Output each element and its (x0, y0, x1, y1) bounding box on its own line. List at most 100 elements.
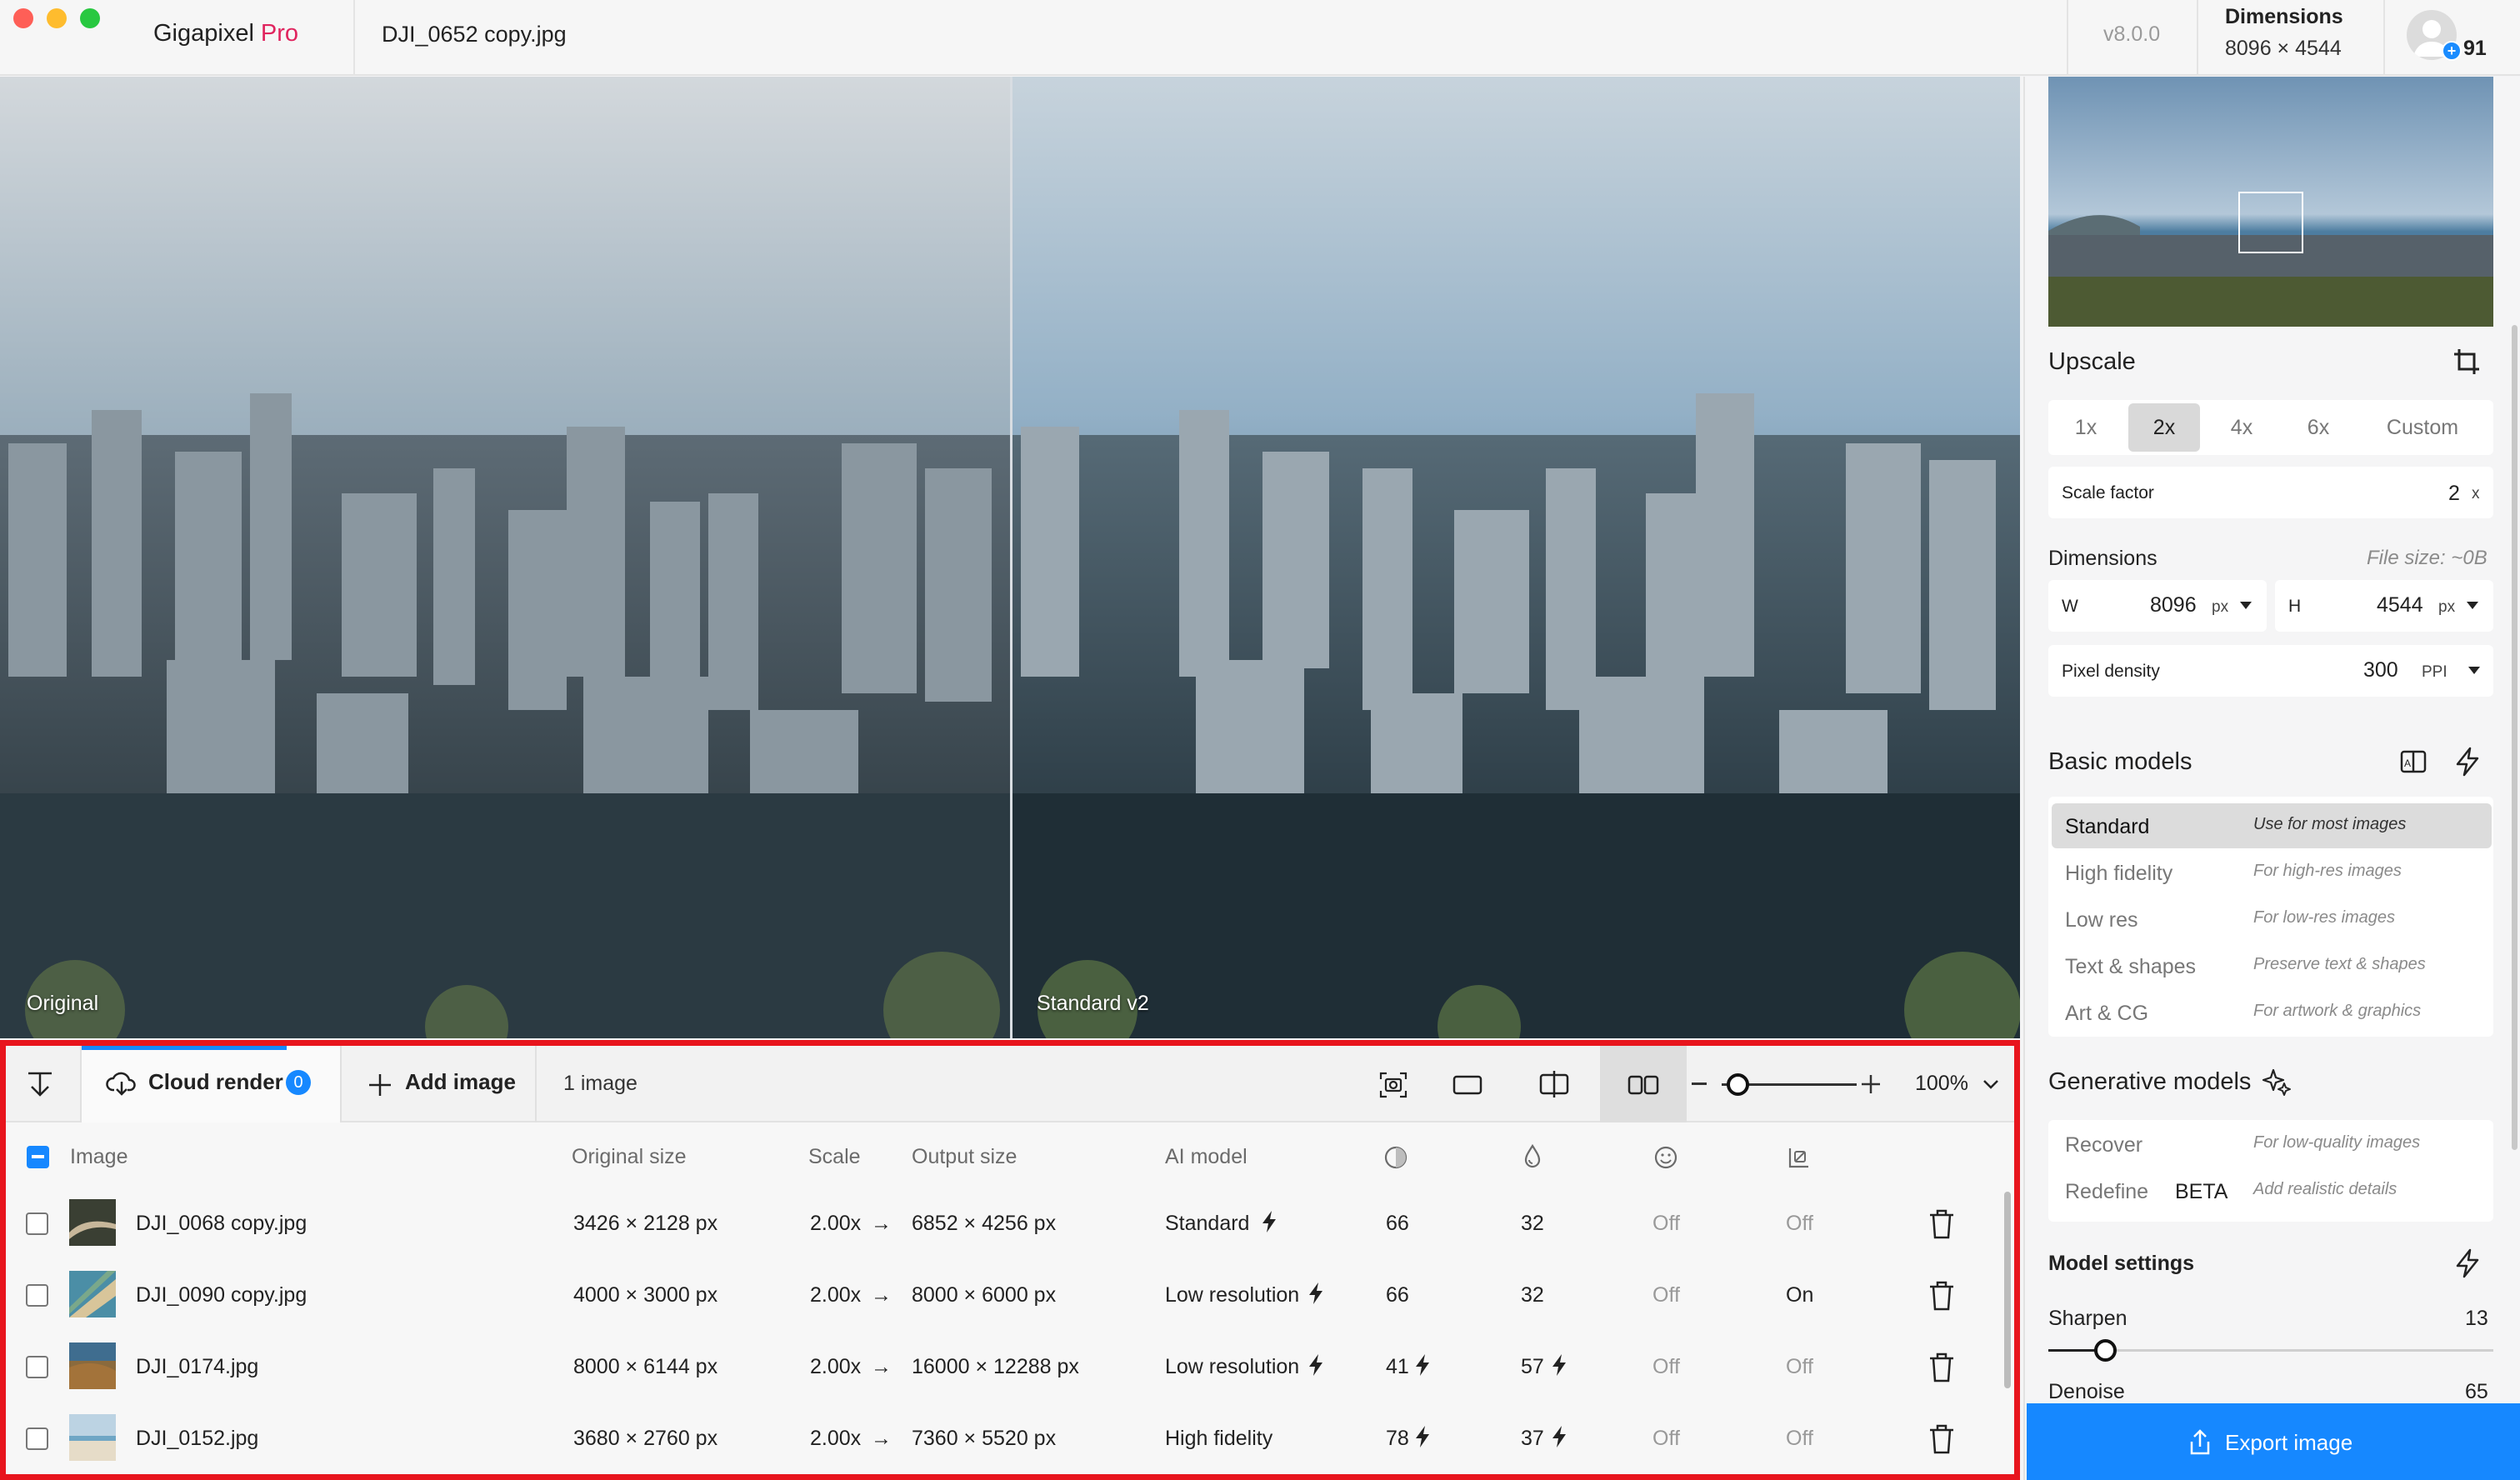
column-header-original-size[interactable]: Original size (572, 1145, 687, 1169)
zoom-dropdown-icon[interactable] (1982, 1077, 2000, 1092)
column-header-output-size[interactable]: Output size (912, 1145, 1017, 1169)
minimize-window-button[interactable] (47, 8, 67, 28)
app-version: v8.0.0 (2103, 22, 2161, 46)
width-label: W (2062, 597, 2078, 616)
denoise-column-icon[interactable] (1522, 1143, 1543, 1170)
compare-models-icon[interactable]: A (2398, 747, 2428, 777)
single-view-icon[interactable] (1452, 1072, 1483, 1098)
model-name: Redefine (2065, 1180, 2149, 1203)
model-art-cg[interactable]: Art & CG For artwork & graphics (2052, 990, 2492, 1035)
split-view-icon[interactable] (1538, 1068, 1570, 1100)
denoise-value[interactable]: 57 (1521, 1355, 1544, 1379)
row-checkbox[interactable] (26, 1428, 48, 1450)
model-name: Recover (2065, 1133, 2143, 1157)
queue-scrollbar[interactable] (2004, 1192, 2011, 1388)
pixel-density-dropdown-icon[interactable] (2468, 667, 2480, 674)
face-recovery-value[interactable]: Off (1652, 1355, 1680, 1379)
face-recovery-value[interactable]: Off (1652, 1212, 1680, 1236)
column-header-ai-model[interactable]: AI model (1165, 1145, 1248, 1169)
trash-icon[interactable] (1928, 1280, 1956, 1312)
height-value[interactable]: 4544 (2377, 593, 2423, 618)
column-header-scale[interactable]: Scale (808, 1145, 861, 1169)
denoise-value[interactable]: 37 (1521, 1427, 1544, 1451)
sharpen-value[interactable]: 41 (1386, 1355, 1409, 1379)
original-label: Original (27, 992, 99, 1015)
sharpen-value[interactable]: 66 (1386, 1283, 1409, 1308)
zoom-in-icon[interactable] (1860, 1073, 1882, 1095)
model-high-fidelity[interactable]: High fidelity For high-res images (2052, 850, 2492, 895)
ai-model[interactable]: Standard (1165, 1212, 1249, 1236)
original-size: 3680 × 2760 px (573, 1427, 718, 1450)
denoise-value[interactable]: 32 (1521, 1212, 1544, 1236)
dimensions-section-label: Dimensions (2048, 547, 2158, 570)
enhancement-value[interactable]: Off (1786, 1212, 1813, 1236)
enhancement-value[interactable]: On (1786, 1283, 1813, 1308)
scale-6x-button[interactable]: 6x (2288, 403, 2348, 452)
face-recovery-value[interactable]: Off (1652, 1283, 1680, 1308)
lightning-icon[interactable] (2453, 747, 2482, 777)
model-standard[interactable]: Standard Use for most images (2052, 803, 2492, 848)
ai-model[interactable]: Low resolution (1165, 1355, 1299, 1379)
row-checkbox[interactable] (26, 1212, 48, 1235)
trash-icon[interactable] (1928, 1208, 1956, 1240)
sharpen-value[interactable]: 78 (1386, 1427, 1409, 1451)
scale-2x-button[interactable]: 2x (2128, 403, 2200, 452)
model-redefine[interactable]: Redefine BETA Add realistic details (2052, 1168, 2492, 1213)
zoom-level[interactable]: 100% (1915, 1072, 1968, 1096)
sharpen-slider-knob[interactable] (2094, 1339, 2117, 1362)
scale-factor-label: Scale factor (2062, 483, 2154, 502)
trash-icon[interactable] (1928, 1352, 1956, 1383)
screenshot-icon[interactable] (1378, 1070, 1408, 1100)
model-name: Text & shapes (2065, 955, 2197, 978)
row-checkbox[interactable] (26, 1356, 48, 1378)
model-low-res[interactable]: Low res For low-res images (2052, 897, 2492, 942)
lightning-icon[interactable] (2453, 1248, 2482, 1278)
enhancement-value[interactable]: Off (1786, 1355, 1813, 1379)
height-label: H (2288, 597, 2302, 616)
face-recovery-column-icon[interactable] (1653, 1145, 1678, 1170)
close-window-button[interactable] (13, 8, 33, 28)
lightning-icon (1551, 1425, 1568, 1448)
image-name: DJI_0090 copy.jpg (136, 1283, 308, 1307)
column-header-image[interactable]: Image (70, 1145, 128, 1169)
table-row[interactable]: DJI_0068 copy.jpg 3426 × 2128 px 2.00x →… (6, 1188, 2004, 1260)
sharpen-value[interactable]: 66 (1386, 1212, 1409, 1236)
credits-count[interactable]: 91 (2463, 37, 2487, 61)
table-row[interactable]: DJI_0174.jpg 8000 × 6144 px 2.00x → 1600… (6, 1332, 2004, 1403)
sharpen-column-icon[interactable] (1383, 1145, 1408, 1170)
zoom-slider-knob[interactable] (1727, 1073, 1749, 1096)
select-all-checkbox[interactable] (27, 1146, 49, 1168)
maximize-window-button[interactable] (80, 8, 100, 28)
comparison-split-handle[interactable] (1010, 77, 1012, 1038)
width-value[interactable]: 8096 (2150, 593, 2197, 618)
ai-model[interactable]: High fidelity (1165, 1427, 1272, 1451)
model-name: Art & CG (2065, 1002, 2149, 1025)
enhancement-value[interactable]: Off (1786, 1427, 1813, 1451)
sparkle-icon (2262, 1067, 2292, 1097)
scale-custom-button[interactable]: Custom (2363, 403, 2482, 452)
face-recovery-value[interactable]: Off (1652, 1427, 1680, 1451)
scale-1x-button[interactable]: 1x (2057, 403, 2115, 452)
scale-factor-value[interactable]: 2 (2448, 482, 2460, 506)
ai-model[interactable]: Low resolution (1165, 1283, 1299, 1308)
add-image-button[interactable]: Add image (405, 1069, 516, 1095)
table-row[interactable]: DJI_0152.jpg 3680 × 2760 px 2.00x → 7360… (6, 1403, 2004, 1475)
model-text-shapes[interactable]: Text & shapes Preserve text & shapes (2052, 943, 2492, 988)
collapse-panel-icon[interactable] (23, 1068, 57, 1102)
denoise-value[interactable]: 32 (1521, 1283, 1544, 1308)
enhanced-preview (1012, 77, 2020, 1038)
enhancement-column-icon[interactable] (1787, 1145, 1812, 1170)
trash-icon[interactable] (1928, 1423, 1956, 1455)
table-row[interactable]: DJI_0090 copy.jpg 4000 × 3000 px 2.00x →… (6, 1260, 2004, 1332)
scale-4x-button[interactable]: 4x (2212, 403, 2272, 452)
navigator-viewport-box[interactable] (2238, 192, 2303, 253)
pixel-density-value[interactable]: 300 (2363, 658, 2398, 682)
scale-value: 2.00x (810, 1212, 862, 1235)
crop-icon[interactable] (2452, 347, 2482, 377)
width-unit-dropdown-icon[interactable] (2240, 602, 2252, 609)
row-checkbox[interactable] (26, 1284, 48, 1307)
height-unit-dropdown-icon[interactable] (2467, 602, 2478, 609)
settings-scrollbar[interactable] (2512, 325, 2518, 1150)
model-recover[interactable]: Recover For low-quality images (2052, 1122, 2492, 1167)
zoom-out-icon[interactable] (1692, 1082, 1707, 1085)
